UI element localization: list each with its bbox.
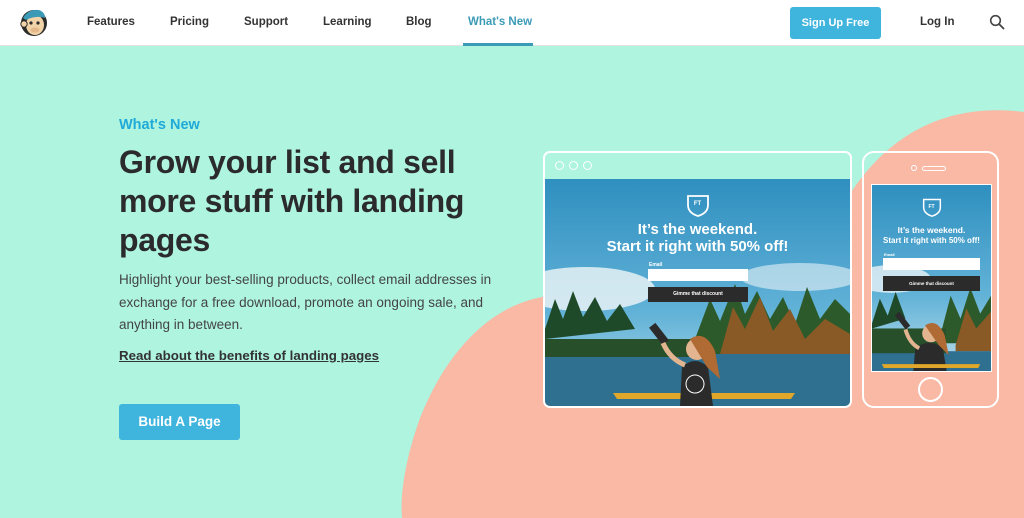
- top-navigation: Features Pricing Support Learning Blog W…: [0, 0, 1024, 46]
- page-title: Grow your list and sell more stuff with …: [119, 144, 465, 258]
- email-label: Email: [884, 252, 895, 257]
- nav-link-learning[interactable]: Learning: [323, 0, 372, 46]
- email-label: Email: [649, 262, 663, 268]
- section-eyebrow: What's New: [119, 117, 200, 133]
- build-a-page-button[interactable]: Build A Page: [119, 404, 240, 440]
- nav-link-features[interactable]: Features: [87, 0, 135, 46]
- phone-mockup: FT It’s the weekend. Start it right with…: [862, 151, 999, 408]
- discount-button[interactable]: Gimme that discount: [648, 287, 748, 302]
- phone-speaker-icon: [922, 166, 946, 171]
- email-input[interactable]: [648, 269, 748, 281]
- mailchimp-freddie-logo[interactable]: [18, 6, 50, 38]
- promo-line-2: Start it right with 50% off!: [606, 238, 789, 255]
- promo-line-1: It’s the weekend.: [897, 225, 966, 235]
- brand-badge-text: FT: [928, 204, 935, 210]
- email-input[interactable]: [883, 258, 980, 270]
- log-in-link[interactable]: Log In: [920, 0, 955, 46]
- phone-camera-icon: [911, 165, 917, 171]
- browser-mockup: FT It’s the weekend. Start it right with…: [543, 151, 852, 408]
- landing-pages-benefits-link[interactable]: Read about the benefits of landing pages: [119, 348, 379, 363]
- hero-description: Highlight your best-selling products, co…: [119, 272, 492, 332]
- nav-link-whats-new[interactable]: What's New: [468, 0, 532, 46]
- promo-line-1: It’s the weekend.: [637, 221, 758, 238]
- promo-line-2: Start it right with 50% off!: [883, 236, 980, 245]
- window-dot-icon: [583, 161, 592, 170]
- nav-link-support[interactable]: Support: [244, 0, 288, 46]
- search-icon[interactable]: [989, 14, 1005, 30]
- landing-page-mobile-preview: FT It’s the weekend. Start it right with…: [871, 184, 992, 372]
- active-tab-indicator: [463, 43, 533, 46]
- window-dot-icon: [555, 161, 564, 170]
- nav-link-blog[interactable]: Blog: [406, 0, 432, 46]
- brand-badge-text: FT: [693, 201, 702, 207]
- sign-up-free-button[interactable]: Sign Up Free: [790, 7, 881, 39]
- browser-toolbar: [545, 153, 850, 179]
- discount-button[interactable]: Gimme that discount: [883, 276, 980, 291]
- window-dot-icon: [569, 161, 578, 170]
- landing-page-preview: FT It’s the weekend. Start it right with…: [545, 179, 850, 406]
- phone-home-button-icon: [918, 377, 943, 402]
- nav-link-pricing[interactable]: Pricing: [170, 0, 209, 46]
